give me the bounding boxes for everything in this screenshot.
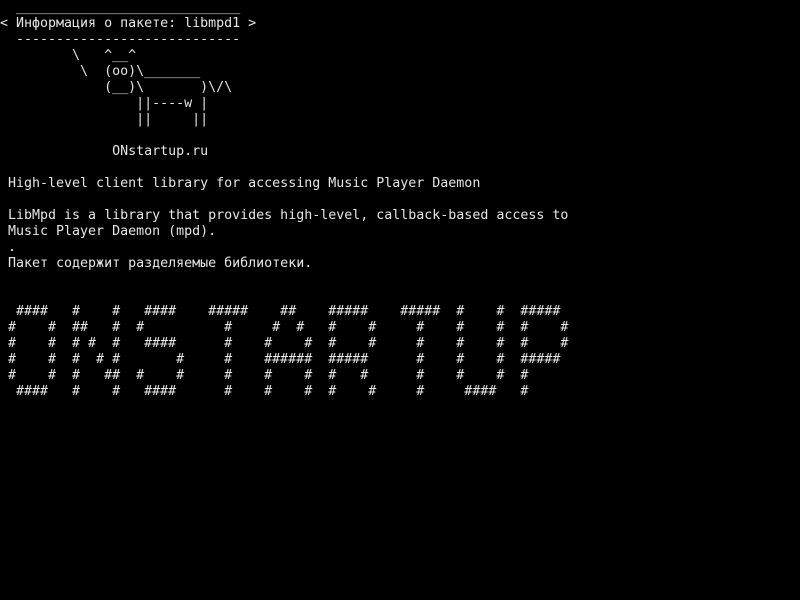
banner-art-line: #### # # #### ##### ## ##### ##### # # #… xyxy=(8,304,561,319)
cow-art-line: ||----w | xyxy=(8,96,209,111)
package-summary: High-level client library for accessing … xyxy=(8,176,481,191)
terminal-screen: ____________________________ < Информаци… xyxy=(0,0,800,600)
cow-art-line: (__)\ )\/\ xyxy=(8,80,233,95)
banner-art-line: # # # ## # # # # # # # # # # # xyxy=(8,368,529,383)
description-line: Пакет содержит разделяемые библиотеки. xyxy=(8,256,313,271)
cow-art-line: \ (oo)\_______ xyxy=(8,64,201,79)
description-line: Music Player Daemon (mpd). xyxy=(8,224,217,239)
cow-art-line: || || xyxy=(8,112,209,127)
banner-art-line: #### # # #### # # # # # # #### # xyxy=(8,384,529,399)
banner-art-line: # # # # # # # ###### ##### # # # ##### xyxy=(8,352,561,367)
banner-art-line: # # ## # # # # # # # # # # # # xyxy=(8,320,569,335)
description-line: . xyxy=(8,240,17,255)
bubble-bottom-border: ---------------------------- xyxy=(8,32,241,47)
description-line: LibMpd is a library that provides high-l… xyxy=(8,208,569,223)
cow-art-line: \ ^__^ xyxy=(8,48,137,63)
banner-art-line: # # # # # #### # # # # # # # # # # xyxy=(8,336,569,351)
bubble-top-border: ____________________________ xyxy=(8,0,241,15)
package-info-title: < Информация о пакете: libmpd1 > xyxy=(0,16,257,31)
site-name: ONstartup.ru xyxy=(8,144,209,159)
